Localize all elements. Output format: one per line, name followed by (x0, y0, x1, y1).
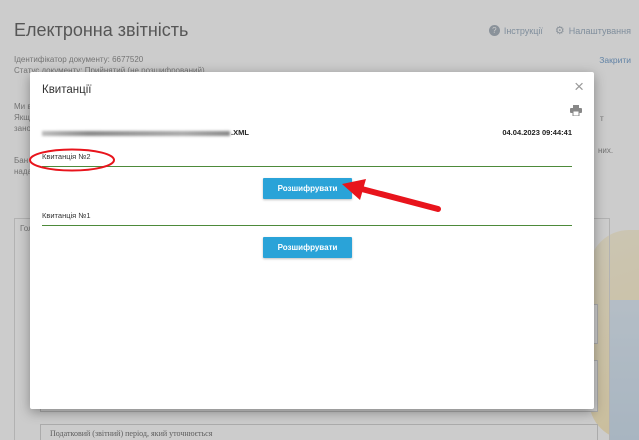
file-suffix: .XML (231, 128, 249, 137)
modal-title: Квитанції (42, 84, 92, 96)
file-date: 04.04.2023 09:44:41 (502, 128, 572, 137)
red-arrow-annotation (342, 179, 441, 212)
print-icon[interactable] (570, 105, 582, 116)
file-name-blurred (42, 130, 230, 136)
highlight-ellipse-annotation (29, 148, 115, 172)
decrypt-button[interactable]: Розшифрувати (263, 178, 352, 199)
divider (42, 166, 572, 167)
decrypt-button[interactable]: Розшифрувати (263, 237, 352, 258)
close-icon[interactable]: × (574, 78, 584, 95)
receipts-modal: Квитанції × .XML 04.04.2023 09:44:41 Кви… (30, 72, 594, 409)
file-row: .XML 04.04.2023 09:44:41 (42, 128, 572, 137)
receipt-label: Квитанція №1 (42, 211, 91, 220)
divider (42, 225, 572, 226)
